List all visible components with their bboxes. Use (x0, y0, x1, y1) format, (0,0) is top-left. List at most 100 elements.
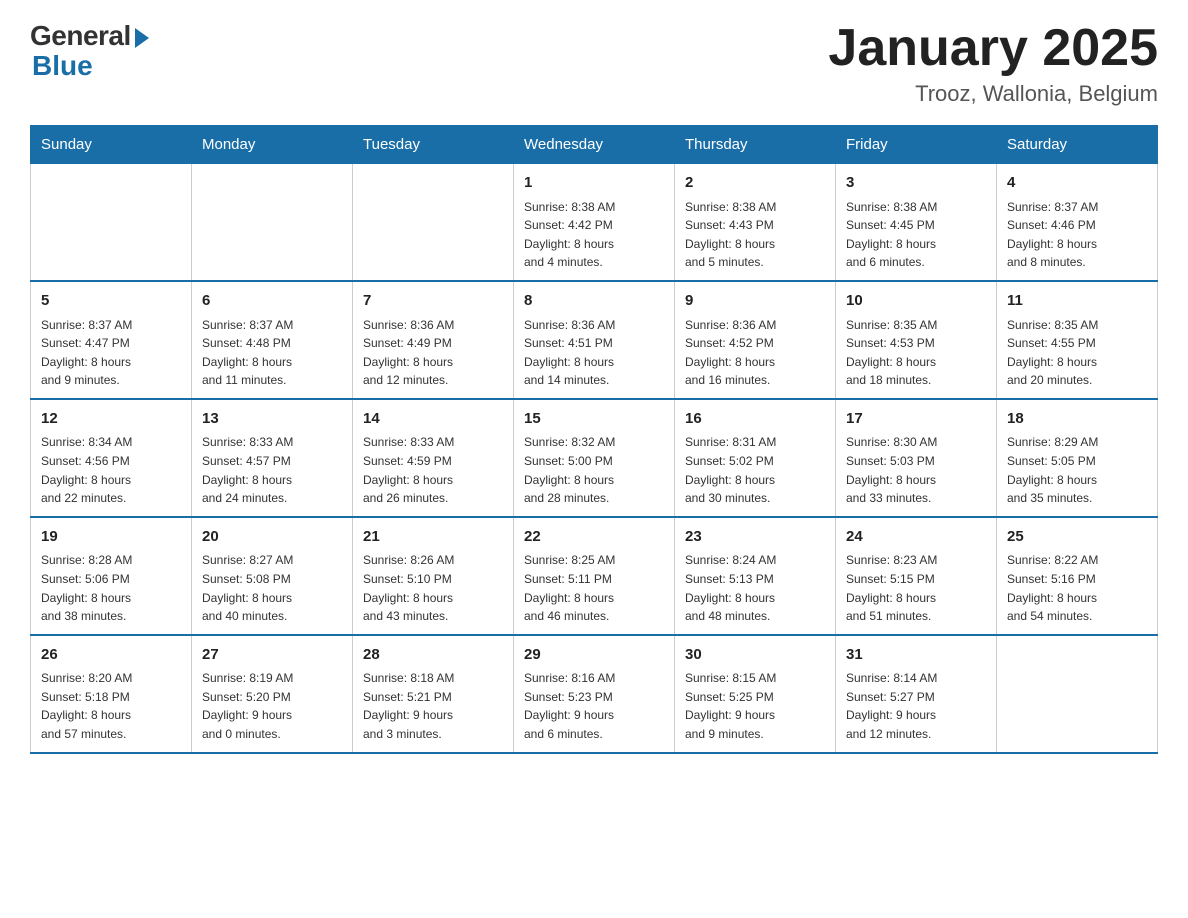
title-section: January 2025 Trooz, Wallonia, Belgium (828, 20, 1158, 107)
day-info: Sunrise: 8:37 AM Sunset: 4:47 PM Dayligh… (41, 316, 181, 390)
day-number: 30 (685, 644, 825, 667)
calendar-cell: 3 Sunrise: 8:38 AM Sunset: 4:45 PM Daylig… (836, 164, 997, 281)
day-info: Sunrise: 8:23 AM Sunset: 5:15 PM Dayligh… (846, 551, 986, 625)
day-info: Sunrise: 8:15 AM Sunset: 5:25 PM Dayligh… (685, 669, 825, 743)
calendar-cell (192, 164, 353, 281)
day-info: Sunrise: 8:37 AM Sunset: 4:48 PM Dayligh… (202, 316, 342, 390)
calendar-cell: 26Sunrise: 8:20 AM Sunset: 5:18 PM Dayli… (31, 635, 192, 753)
day-number: 7 (363, 290, 503, 313)
day-info: Sunrise: 8:31 AM Sunset: 5:02 PM Dayligh… (685, 433, 825, 507)
calendar-cell: 24Sunrise: 8:23 AM Sunset: 5:15 PM Dayli… (836, 517, 997, 635)
calendar-cell (31, 164, 192, 281)
calendar-week-row: 5Sunrise: 8:37 AM Sunset: 4:47 PM Daylig… (31, 281, 1158, 399)
day-of-week-header: Thursday (675, 126, 836, 164)
day-info: Sunrise: 8:38 AM Sunset: 4:43 PM Dayligh… (685, 198, 825, 272)
day-number: 20 (202, 526, 342, 549)
day-number: 26 (41, 644, 181, 667)
calendar-cell: 10Sunrise: 8:35 AM Sunset: 4:53 PM Dayli… (836, 281, 997, 399)
calendar-cell: 12Sunrise: 8:34 AM Sunset: 4:56 PM Dayli… (31, 399, 192, 517)
day-info: Sunrise: 8:20 AM Sunset: 5:18 PM Dayligh… (41, 669, 181, 743)
day-of-week-header: Sunday (31, 126, 192, 164)
calendar-week-row: 19Sunrise: 8:28 AM Sunset: 5:06 PM Dayli… (31, 517, 1158, 635)
logo: General Blue (30, 20, 149, 82)
day-number: 12 (41, 408, 181, 431)
day-info: Sunrise: 8:33 AM Sunset: 4:59 PM Dayligh… (363, 433, 503, 507)
day-number: 22 (524, 526, 664, 549)
logo-arrow-icon (135, 28, 149, 48)
calendar-cell: 17Sunrise: 8:30 AM Sunset: 5:03 PM Dayli… (836, 399, 997, 517)
day-info: Sunrise: 8:33 AM Sunset: 4:57 PM Dayligh… (202, 433, 342, 507)
calendar-cell: 28Sunrise: 8:18 AM Sunset: 5:21 PM Dayli… (353, 635, 514, 753)
day-number: 15 (524, 408, 664, 431)
calendar-header-row: SundayMondayTuesdayWednesdayThursdayFrid… (31, 126, 1158, 164)
day-info: Sunrise: 8:22 AM Sunset: 5:16 PM Dayligh… (1007, 551, 1147, 625)
calendar-cell: 29Sunrise: 8:16 AM Sunset: 5:23 PM Dayli… (514, 635, 675, 753)
day-info: Sunrise: 8:37 AM Sunset: 4:46 PM Dayligh… (1007, 198, 1147, 272)
day-info: Sunrise: 8:19 AM Sunset: 5:20 PM Dayligh… (202, 669, 342, 743)
calendar-cell: 19Sunrise: 8:28 AM Sunset: 5:06 PM Dayli… (31, 517, 192, 635)
page-header: General Blue January 2025 Trooz, Walloni… (30, 20, 1158, 107)
calendar-cell: 31Sunrise: 8:14 AM Sunset: 5:27 PM Dayli… (836, 635, 997, 753)
day-number: 18 (1007, 408, 1147, 431)
calendar-cell (997, 635, 1158, 753)
day-number: 13 (202, 408, 342, 431)
day-info: Sunrise: 8:36 AM Sunset: 4:52 PM Dayligh… (685, 316, 825, 390)
calendar-cell: 15Sunrise: 8:32 AM Sunset: 5:00 PM Dayli… (514, 399, 675, 517)
day-number: 27 (202, 644, 342, 667)
day-info: Sunrise: 8:35 AM Sunset: 4:55 PM Dayligh… (1007, 316, 1147, 390)
day-of-week-header: Tuesday (353, 126, 514, 164)
day-of-week-header: Monday (192, 126, 353, 164)
month-year-title: January 2025 (828, 20, 1158, 77)
day-number: 8 (524, 290, 664, 313)
calendar-cell: 13Sunrise: 8:33 AM Sunset: 4:57 PM Dayli… (192, 399, 353, 517)
calendar-cell: 2Sunrise: 8:38 AM Sunset: 4:43 PM Daylig… (675, 164, 836, 281)
calendar-cell: 1 Sunrise: 8:38 AM Sunset: 4:42 PM Daylig… (514, 164, 675, 281)
calendar-cell: 22Sunrise: 8:25 AM Sunset: 5:11 PM Dayli… (514, 517, 675, 635)
day-info: Sunrise: 8:14 AM Sunset: 5:27 PM Dayligh… (846, 669, 986, 743)
calendar-cell: 30Sunrise: 8:15 AM Sunset: 5:25 PM Dayli… (675, 635, 836, 753)
day-info: Sunrise: 8:32 AM Sunset: 5:00 PM Dayligh… (524, 433, 664, 507)
day-info: Sunrise: 8:38 AM Sunset: 4:42 PM Dayligh… (524, 198, 664, 272)
calendar-cell: 18Sunrise: 8:29 AM Sunset: 5:05 PM Dayli… (997, 399, 1158, 517)
day-number: 19 (41, 526, 181, 549)
day-number: 16 (685, 408, 825, 431)
logo-general-text: General (30, 20, 131, 52)
calendar-cell: 11Sunrise: 8:35 AM Sunset: 4:55 PM Dayli… (997, 281, 1158, 399)
day-number: 9 (685, 290, 825, 313)
day-info: Sunrise: 8:29 AM Sunset: 5:05 PM Dayligh… (1007, 433, 1147, 507)
day-number: 24 (846, 526, 986, 549)
day-number: 23 (685, 526, 825, 549)
calendar-cell: 9 Sunrise: 8:36 AM Sunset: 4:52 PM Daylig… (675, 281, 836, 399)
logo-blue-text: Blue (32, 50, 93, 82)
day-info: Sunrise: 8:38 AM Sunset: 4:45 PM Dayligh… (846, 198, 986, 272)
calendar-cell: 20Sunrise: 8:27 AM Sunset: 5:08 PM Dayli… (192, 517, 353, 635)
calendar-cell: 27Sunrise: 8:19 AM Sunset: 5:20 PM Dayli… (192, 635, 353, 753)
day-info: Sunrise: 8:30 AM Sunset: 5:03 PM Dayligh… (846, 433, 986, 507)
day-info: Sunrise: 8:16 AM Sunset: 5:23 PM Dayligh… (524, 669, 664, 743)
day-number: 21 (363, 526, 503, 549)
day-info: Sunrise: 8:25 AM Sunset: 5:11 PM Dayligh… (524, 551, 664, 625)
calendar-week-row: 1 Sunrise: 8:38 AM Sunset: 4:42 PM Daylig… (31, 164, 1158, 281)
day-info: Sunrise: 8:36 AM Sunset: 4:51 PM Dayligh… (524, 316, 664, 390)
day-number: 31 (846, 644, 986, 667)
calendar-table: SundayMondayTuesdayWednesdayThursdayFrid… (30, 125, 1158, 753)
day-info: Sunrise: 8:18 AM Sunset: 5:21 PM Dayligh… (363, 669, 503, 743)
calendar-cell: 25Sunrise: 8:22 AM Sunset: 5:16 PM Dayli… (997, 517, 1158, 635)
calendar-week-row: 12Sunrise: 8:34 AM Sunset: 4:56 PM Dayli… (31, 399, 1158, 517)
calendar-week-row: 26Sunrise: 8:20 AM Sunset: 5:18 PM Dayli… (31, 635, 1158, 753)
day-info: Sunrise: 8:36 AM Sunset: 4:49 PM Dayligh… (363, 316, 503, 390)
calendar-cell (353, 164, 514, 281)
day-number: 6 (202, 290, 342, 313)
day-number: 28 (363, 644, 503, 667)
calendar-cell: 16Sunrise: 8:31 AM Sunset: 5:02 PM Dayli… (675, 399, 836, 517)
calendar-cell: 14Sunrise: 8:33 AM Sunset: 4:59 PM Dayli… (353, 399, 514, 517)
day-of-week-header: Wednesday (514, 126, 675, 164)
day-number: 1 (524, 172, 664, 195)
calendar-cell: 6 Sunrise: 8:37 AM Sunset: 4:48 PM Daylig… (192, 281, 353, 399)
day-number: 3 (846, 172, 986, 195)
day-number: 14 (363, 408, 503, 431)
day-number: 29 (524, 644, 664, 667)
calendar-cell: 5Sunrise: 8:37 AM Sunset: 4:47 PM Daylig… (31, 281, 192, 399)
day-number: 25 (1007, 526, 1147, 549)
calendar-cell: 23Sunrise: 8:24 AM Sunset: 5:13 PM Dayli… (675, 517, 836, 635)
